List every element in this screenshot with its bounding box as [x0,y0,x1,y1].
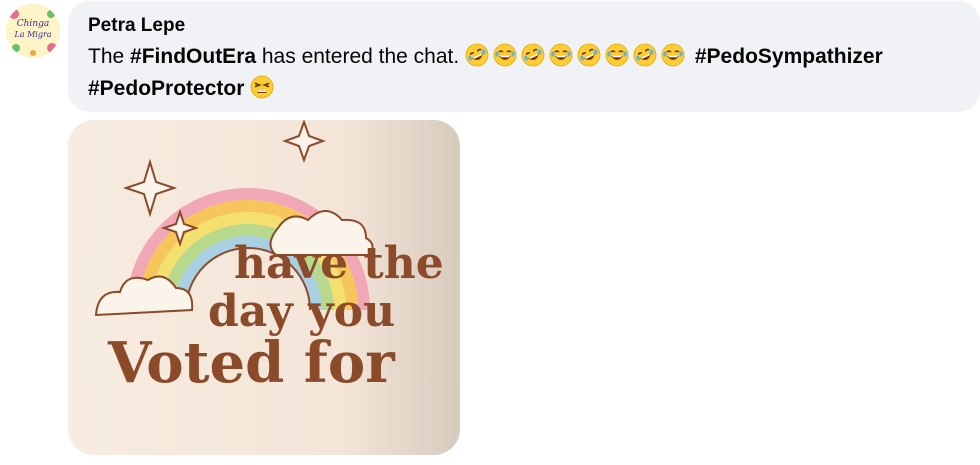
rolling-on-floor-laughing-emoji-icon [465,43,489,67]
avatar-image: Chinga La Migra [6,4,60,58]
laughing-with-tears-emoji-icon [493,43,517,67]
rainbow-illustration: have the day you Voted for [68,120,460,455]
rolling-on-floor-laughing-emoji-icon [577,43,601,67]
image-line-3: Voted for [107,330,396,396]
text-middle: has entered the chat. [256,45,466,68]
hashtag-pedosympathizer[interactable]: #PedoSympathizer [695,45,883,68]
hashtag-pedoprotector[interactable]: #PedoProtector [88,77,244,100]
laughing-with-tears-emoji-icon [661,43,685,67]
comment-text: The #FindOutEra has entered the chat. #P… [88,41,968,105]
post-image[interactable]: have the day you Voted for [68,120,460,455]
comment-author[interactable]: Petra Lepe [88,15,960,37]
tired-face-emoji-icon [250,75,274,99]
avatar[interactable]: Chinga La Migra [6,4,60,58]
avatar-text-1: Chinga [17,19,49,29]
emoji-row [465,43,695,68]
hashtag-findoutera[interactable]: #FindOutEra [130,45,256,68]
laughing-with-tears-emoji-icon [549,43,573,67]
rolling-on-floor-laughing-emoji-icon [521,43,545,67]
laughing-with-tears-emoji-icon [605,43,629,67]
image-line-1: have the [234,238,444,289]
rolling-on-floor-laughing-emoji-icon [633,43,657,67]
text-prefix: The [88,45,131,68]
comment-bubble: Petra Lepe The #FindOutEra has entered t… [68,1,980,112]
avatar-text-2: La Migra [13,30,51,39]
